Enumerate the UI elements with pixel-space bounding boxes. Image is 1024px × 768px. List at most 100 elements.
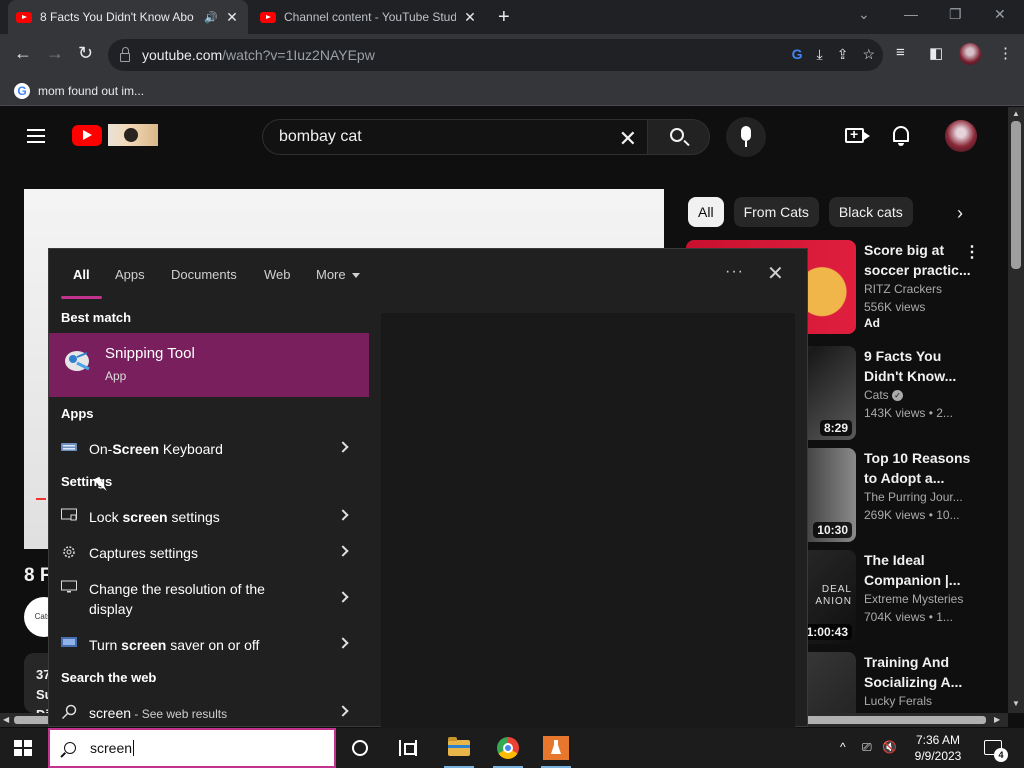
- video-title[interactable]: Top 10 Reasons to Adopt a...: [864, 448, 982, 488]
- chevron-right-icon[interactable]: [337, 509, 349, 521]
- start-button[interactable]: [14, 740, 32, 756]
- result-web-search[interactable]: screen - See web results: [49, 694, 369, 730]
- side-panel-icon[interactable]: ◧: [929, 44, 943, 62]
- label-highlight: screen: [121, 637, 167, 653]
- chevron-right-icon[interactable]: [337, 705, 349, 717]
- forward-button[interactable]: →: [46, 43, 64, 64]
- tab-search-icon[interactable]: ⌄: [858, 6, 870, 23]
- youtube-logo-icon[interactable]: [72, 125, 102, 146]
- upload-age: • 1...: [928, 610, 953, 624]
- bookmark-item[interactable]: mom found out im...: [38, 84, 144, 98]
- audio-playing-icon[interactable]: 🔊: [204, 11, 218, 24]
- browser-menu-icon[interactable]: ⋮: [998, 44, 1013, 62]
- profile-avatar[interactable]: [959, 43, 981, 65]
- restore-button[interactable]: ❐: [949, 6, 962, 23]
- scroll-right-icon[interactable]: ▶: [994, 715, 1000, 724]
- scrollbar-thumb[interactable]: [1011, 121, 1021, 269]
- voice-search-button[interactable]: [726, 117, 766, 157]
- upload-age: • 10...: [928, 508, 960, 522]
- video-title[interactable]: The Ideal Companion |...: [864, 550, 982, 590]
- share-icon[interactable]: ⇪: [837, 46, 849, 63]
- volume-muted-icon[interactable]: 🔇: [882, 740, 897, 754]
- screen: 8 Facts You Didn't Know Abo 🔊 ✕ Channel …: [0, 0, 1024, 768]
- chevron-right-icon[interactable]: [337, 591, 349, 603]
- youtube-search-input[interactable]: bombay cat ✕: [262, 119, 647, 155]
- account-avatar[interactable]: [945, 120, 977, 152]
- close-tab-icon[interactable]: ✕: [462, 9, 478, 26]
- bookmark-star-icon[interactable]: ☆: [862, 46, 875, 63]
- close-window-button[interactable]: ✕: [994, 6, 1006, 23]
- chip-all[interactable]: All: [688, 197, 724, 227]
- taskbar-search-text: screen: [90, 740, 133, 756]
- install-app-icon[interactable]: ⤓: [817, 46, 823, 63]
- close-tab-icon[interactable]: ✕: [224, 9, 240, 26]
- video-title[interactable]: 9 Facts You Didn't Know...: [864, 346, 982, 386]
- tab-documents[interactable]: Documents: [171, 267, 237, 282]
- result-captures-settings[interactable]: Captures settings: [49, 534, 369, 570]
- media-controls-icon[interactable]: ≡: [896, 44, 905, 61]
- more-options-icon[interactable]: ···: [725, 263, 744, 281]
- result-label: Captures settings: [89, 545, 198, 561]
- label-part: Turn: [89, 637, 122, 653]
- section-heading: Apps: [61, 406, 94, 421]
- result-screen-saver[interactable]: Turn screen saver on or off: [49, 626, 369, 662]
- new-tab-button[interactable]: +: [498, 6, 510, 29]
- reload-button[interactable]: ↻: [78, 43, 93, 64]
- tab-apps[interactable]: Apps: [115, 267, 145, 282]
- search-icon: [61, 704, 77, 720]
- tab-youtube-video[interactable]: 8 Facts You Didn't Know Abo 🔊 ✕: [8, 0, 248, 34]
- more-options-icon[interactable]: ⋮: [964, 242, 980, 262]
- tab-all[interactable]: All: [73, 267, 90, 282]
- address-bar[interactable]: youtube.com/watch?v=1Iuz2NAYEpw G ⤓ ⇪ ☆: [108, 39, 883, 71]
- channel-name: Lucky Ferals: [864, 694, 933, 708]
- file-explorer-icon[interactable]: [448, 737, 470, 756]
- task-view-icon[interactable]: [399, 740, 417, 756]
- result-change-resolution[interactable]: Change the resolution of the display: [49, 570, 369, 626]
- result-lock-screen-settings[interactable]: Lock screen settings: [49, 498, 369, 534]
- chevron-right-icon[interactable]: [337, 545, 349, 557]
- hamburger-menu-icon[interactable]: [27, 129, 45, 143]
- youtube-doodle-image[interactable]: [108, 124, 158, 146]
- create-video-icon[interactable]: [845, 126, 870, 143]
- browser-toolbar: ← → ↻ youtube.com/watch?v=1Iuz2NAYEpw G …: [0, 34, 1024, 76]
- google-lens-icon[interactable]: G: [792, 46, 803, 63]
- taskbar-search-input[interactable]: screen: [48, 728, 336, 768]
- show-hidden-icons-chevron-icon[interactable]: ^: [840, 740, 846, 754]
- chevron-right-icon[interactable]: [337, 637, 349, 649]
- screen-saver-icon: [61, 637, 77, 647]
- label-part: saver on or off: [166, 637, 260, 653]
- vertical-scrollbar[interactable]: ▲ ▼: [1008, 107, 1024, 713]
- back-button[interactable]: ←: [14, 43, 32, 64]
- tab-web[interactable]: Web: [264, 267, 291, 282]
- scroll-left-icon[interactable]: ◀: [3, 715, 9, 724]
- chip-black-cats[interactable]: Black cats: [828, 197, 913, 227]
- cursor-trail: [36, 498, 46, 500]
- snipping-tool-icon: [65, 351, 90, 371]
- youtube-search-button[interactable]: [647, 119, 710, 155]
- close-icon[interactable]: ✕: [767, 261, 784, 286]
- chip-from-cats[interactable]: From Cats: [733, 197, 819, 227]
- chevron-right-icon[interactable]: ›: [957, 203, 963, 224]
- clear-search-icon[interactable]: ✕: [619, 126, 637, 152]
- tab-more[interactable]: More: [316, 267, 360, 282]
- video-title[interactable]: Training And Socializing A...: [864, 652, 982, 692]
- lab-app-icon[interactable]: [543, 736, 569, 760]
- tab-title: 8 Facts You Didn't Know Abo: [40, 10, 194, 24]
- clock-time: 7:36 AM: [915, 733, 961, 747]
- scroll-down-icon[interactable]: ▼: [1012, 699, 1020, 708]
- minimize-button[interactable]: —: [904, 6, 918, 22]
- chrome-icon[interactable]: [497, 737, 519, 759]
- notifications-bell-icon[interactable]: [893, 126, 909, 146]
- cortana-icon[interactable]: [352, 740, 368, 756]
- upload-age: • 2...: [928, 406, 953, 420]
- chevron-right-icon[interactable]: [337, 441, 349, 453]
- result-on-screen-keyboard[interactable]: On-Screen Keyboard: [49, 430, 369, 466]
- youtube-favicon-icon: [16, 11, 32, 23]
- scroll-up-icon[interactable]: ▲: [1012, 109, 1020, 118]
- network-icon[interactable]: ⎚: [862, 740, 872, 755]
- tab-youtube-studio[interactable]: Channel content - YouTube Studi ✕: [252, 0, 486, 34]
- lock-icon[interactable]: [120, 46, 130, 62]
- system-clock[interactable]: 7:36 AM 9/9/2023: [908, 732, 968, 764]
- best-match-result[interactable]: Snipping Tool App: [49, 333, 369, 397]
- tab-more-label: More: [316, 267, 346, 282]
